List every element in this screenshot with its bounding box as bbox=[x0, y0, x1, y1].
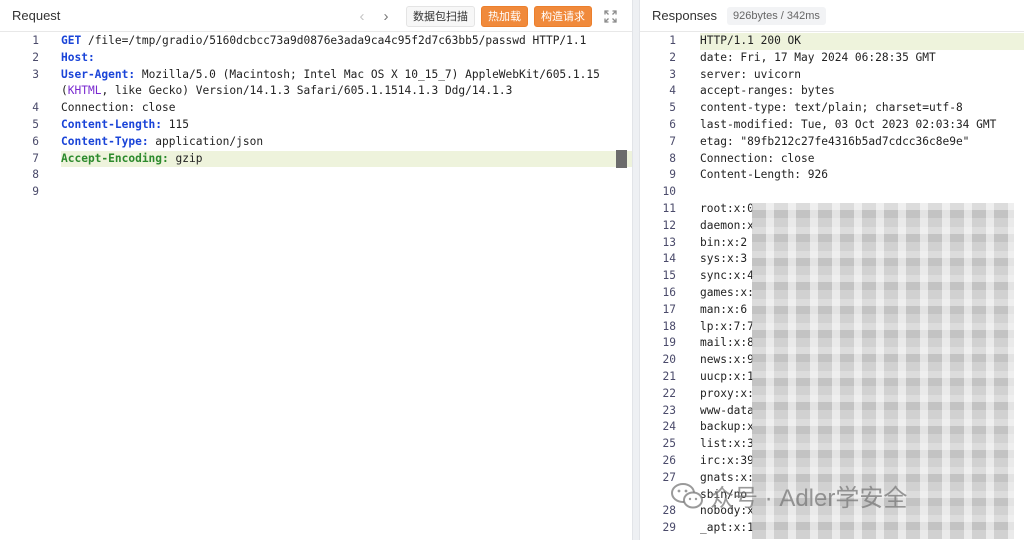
line-number: 26 bbox=[662, 453, 676, 467]
line-text: User-Agent: Mozilla/5.0 (Macintosh; Inte… bbox=[61, 67, 607, 98]
code-line: 6 last-modified: Tue, 03 Oct 2023 02:03:3… bbox=[640, 117, 1024, 134]
hot-load-button[interactable]: 热加载 bbox=[481, 5, 528, 27]
line-number: 20 bbox=[662, 353, 676, 367]
code-line: 9 bbox=[0, 184, 632, 201]
code-line: 5 Content-Length: 115 bbox=[0, 117, 632, 134]
line-text: Connection: close bbox=[61, 101, 176, 115]
line-number: 24 bbox=[662, 420, 676, 434]
line-number: 12 bbox=[662, 218, 676, 232]
line-number: 9 bbox=[32, 185, 39, 199]
response-title: Responses bbox=[652, 8, 718, 23]
editor-cursor bbox=[616, 150, 627, 168]
code-line: 6 Content-Type: application/json bbox=[0, 134, 632, 151]
line-number: 21 bbox=[662, 369, 676, 383]
request-title: Request bbox=[12, 8, 61, 23]
line-number: 2 bbox=[669, 50, 676, 64]
line-number: 2 bbox=[32, 50, 39, 64]
line-text: server: uvicorn bbox=[700, 67, 802, 81]
packet-scan-button[interactable]: 数据包扫描 bbox=[406, 5, 475, 27]
response-meta-badge: 926bytes / 342ms bbox=[727, 6, 826, 25]
code-line: 8 bbox=[0, 167, 632, 184]
code-line: 5 content-type: text/plain; charset=utf-8 bbox=[640, 100, 1024, 117]
line-number: 8 bbox=[669, 151, 676, 165]
line-text: content-type: text/plain; charset=utf-8 bbox=[700, 101, 963, 115]
code-line: 9 Content-Length: 926 bbox=[640, 167, 1024, 184]
code-line: 4 accept-ranges: bytes bbox=[640, 83, 1024, 100]
request-header: Request ‹ › 数据包扫描 热加载 构造请求 bbox=[0, 0, 632, 32]
line-text: last-modified: Tue, 03 Oct 2023 02:03:34… bbox=[700, 117, 997, 131]
code-line: 7 etag: "89fb212c27fe4316b5ad7cdcc36c8e9e… bbox=[640, 134, 1024, 151]
line-number: 7 bbox=[32, 151, 39, 165]
line-number: 6 bbox=[32, 134, 39, 148]
line-number: 22 bbox=[662, 386, 676, 400]
line-text: accept-ranges: bytes bbox=[700, 84, 835, 98]
line-number: 10 bbox=[662, 185, 676, 199]
code-line: 1 HTTP/1.1 200 OK bbox=[640, 33, 1024, 50]
code-line: 10 bbox=[640, 184, 1024, 201]
line-number: 11 bbox=[662, 201, 676, 215]
request-editor[interactable]: 1 GET /file=/tmp/gradio/5160dcbcc73a9d087… bbox=[0, 33, 632, 540]
code-line: 1 GET /file=/tmp/gradio/5160dcbcc73a9d087… bbox=[0, 33, 632, 50]
watermark-text: 众号 · Adler学安全 bbox=[710, 485, 908, 512]
line-number: 8 bbox=[32, 168, 39, 182]
line-text: date: Fri, 17 May 2024 06:28:35 GMT bbox=[700, 50, 936, 64]
expand-icon[interactable] bbox=[600, 6, 620, 26]
line-number: 9 bbox=[669, 168, 676, 182]
code-line: 2 date: Fri, 17 May 2024 06:28:35 GMT bbox=[640, 50, 1024, 67]
code-line: 7 Accept-Encoding: gzip bbox=[0, 150, 632, 168]
line-text: GET /file=/tmp/gradio/5160dcbcc73a9d0876… bbox=[61, 34, 587, 47]
line-number: 3 bbox=[669, 67, 676, 81]
line-number: 5 bbox=[32, 117, 39, 131]
forward-arrow-icon[interactable]: › bbox=[376, 5, 396, 27]
line-number: 23 bbox=[662, 403, 676, 417]
line-text: Accept-Encoding: gzip bbox=[61, 150, 632, 168]
watermark: 众号 · Adler学安全 bbox=[670, 478, 907, 513]
line-number: 6 bbox=[669, 117, 676, 131]
line-text: Connection: close bbox=[700, 151, 815, 165]
line-number: 25 bbox=[662, 437, 676, 451]
pane-divider[interactable] bbox=[632, 0, 640, 540]
line-number: 14 bbox=[662, 252, 676, 266]
line-text: Content-Length: 926 bbox=[700, 168, 828, 182]
line-number: 5 bbox=[669, 101, 676, 115]
request-toolbar: ‹ › 数据包扫描 热加载 构造请求 bbox=[352, 5, 620, 27]
line-number: 3 bbox=[32, 67, 39, 81]
line-number: 18 bbox=[662, 319, 676, 333]
response-header: Responses 926bytes / 342ms bbox=[640, 0, 1024, 32]
line-text: etag: "89fb212c27fe4316b5ad7cdcc36c8e9e" bbox=[700, 134, 970, 148]
request-pane: Request ‹ › 数据包扫描 热加载 构造请求 1 GET /file=/t… bbox=[0, 0, 632, 540]
line-number: 7 bbox=[669, 134, 676, 148]
code-line: 2 Host: bbox=[0, 50, 632, 67]
line-number: 17 bbox=[662, 302, 676, 316]
line-text: Content-Type: application/json bbox=[61, 134, 264, 148]
line-number: 19 bbox=[662, 336, 676, 350]
line-number: 4 bbox=[669, 84, 676, 98]
line-number: 29 bbox=[662, 521, 676, 535]
code-line: 3 User-Agent: Mozilla/5.0 (Macintosh; Int… bbox=[0, 67, 632, 101]
line-number: 13 bbox=[662, 235, 676, 249]
code-line: 4 Connection: close bbox=[0, 100, 632, 117]
back-arrow-icon[interactable]: ‹ bbox=[352, 5, 372, 27]
construct-request-button[interactable]: 构造请求 bbox=[534, 5, 592, 27]
wechat-icon bbox=[671, 482, 703, 508]
line-number: 4 bbox=[32, 101, 39, 115]
code-line: 3 server: uvicorn bbox=[640, 67, 1024, 84]
line-number: 16 bbox=[662, 285, 676, 299]
line-text: Content-Length: 115 bbox=[61, 117, 189, 131]
line-number: 1 bbox=[32, 34, 39, 47]
line-text: HTTP/1.1 200 OK bbox=[700, 33, 1024, 50]
code-line: 8 Connection: close bbox=[640, 151, 1024, 168]
line-text: Host: bbox=[61, 50, 95, 64]
line-number: 1 bbox=[669, 34, 676, 47]
line-number: 15 bbox=[662, 269, 676, 283]
